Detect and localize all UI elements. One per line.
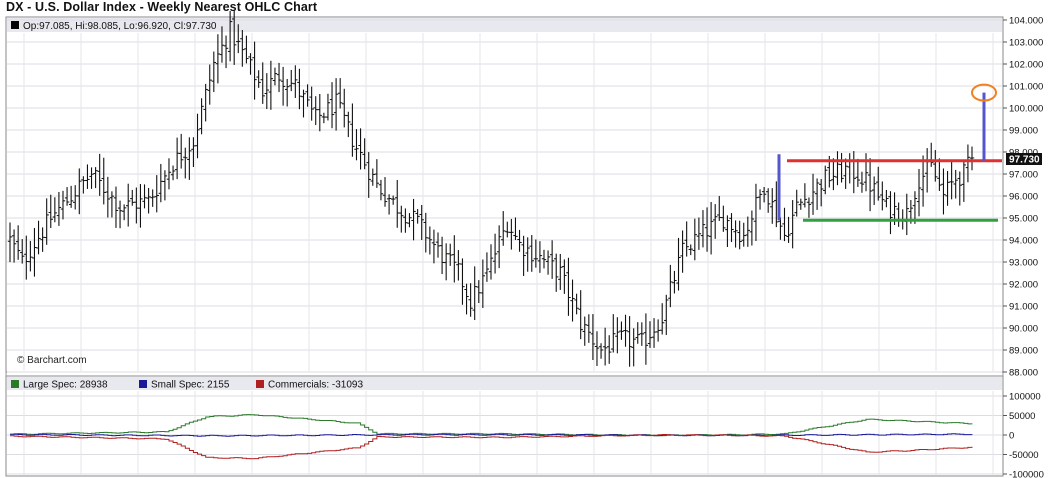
price-tick-label: 104.000 xyxy=(1009,16,1043,27)
price-tick-label: 94.000 xyxy=(1009,236,1038,247)
price-tick-label: 92.000 xyxy=(1009,280,1038,291)
watermark: © Barchart.com xyxy=(17,355,87,366)
cot-tick-label: 0 xyxy=(1009,431,1014,442)
price-tick-label: 103.000 xyxy=(1009,38,1043,49)
cot-tick-label: 100000 xyxy=(1009,392,1041,403)
price-tick-label: 101.000 xyxy=(1009,82,1043,93)
price-header-swatch xyxy=(11,21,19,29)
price-axis-ticks: 104.000 103.000 102.000 101.000 100.000 99.00… xyxy=(1003,16,1043,379)
legend-swatch-small-spec xyxy=(139,380,147,388)
cot-axis-ticks: 100000 50000 0 -50000 -100000 xyxy=(1003,392,1044,478)
cot-legend: Large Spec: 28938 Small Spec: 2155 Comme… xyxy=(11,380,363,391)
price-tick-label: 91.000 xyxy=(1009,302,1038,313)
legend-large-spec: Large Spec: 28938 xyxy=(23,380,108,391)
price-tick-label: 95.000 xyxy=(1009,214,1038,225)
price-header-label: Op:97.085, Hi:98.085, Lo:96.920, Cl:97.7… xyxy=(23,21,217,32)
price-tick-label: 90.000 xyxy=(1009,324,1038,335)
cot-tick-label: -50000 xyxy=(1009,450,1039,461)
chart-canvas: 104.000 103.000 102.000 101.000 100.000 99.00… xyxy=(5,10,1044,478)
cot-panel-frame xyxy=(5,375,1004,477)
legend-swatch-large-spec xyxy=(11,380,19,388)
price-tick-label: 100.000 xyxy=(1009,104,1043,115)
price-tick-label: 89.000 xyxy=(1009,346,1038,357)
price-tick-label: 96.000 xyxy=(1009,192,1038,203)
legend-commercials: Commercials: -31093 xyxy=(268,380,363,391)
price-tick-label: 88.000 xyxy=(1009,368,1038,379)
legend-small-spec: Small Spec: 2155 xyxy=(151,380,230,391)
price-tick-label: 102.000 xyxy=(1009,60,1043,71)
last-close-label: 97.730 xyxy=(1009,155,1040,166)
cot-tick-label: 50000 xyxy=(1009,411,1035,422)
legend-swatch-commercials xyxy=(256,380,264,388)
cot-tick-label: -100000 xyxy=(1009,470,1044,478)
price-tick-label: 93.000 xyxy=(1009,258,1038,269)
price-tick-label: 97.000 xyxy=(1009,170,1038,181)
price-tick-label: 99.000 xyxy=(1009,126,1038,137)
price-panel-frame xyxy=(5,16,1004,373)
